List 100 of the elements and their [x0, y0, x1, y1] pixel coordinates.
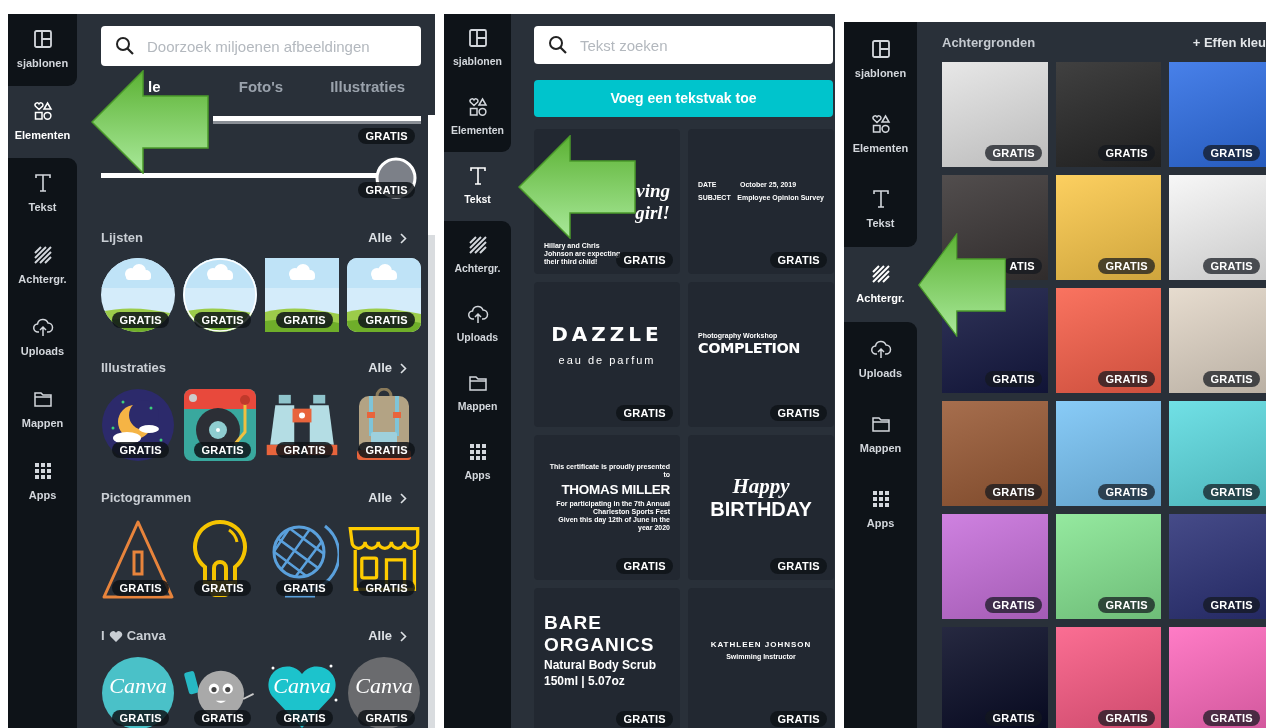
scrollbar[interactable]	[428, 115, 435, 728]
heart-icon	[108, 629, 123, 643]
layout-icon	[869, 37, 892, 60]
search-icon	[115, 36, 135, 56]
sidebar-item[interactable]: Mappen	[844, 397, 917, 472]
layout-icon	[466, 27, 489, 50]
free-badge: GRATIS	[770, 711, 827, 727]
rounded-frame-drawing[interactable]	[347, 258, 421, 332]
section-title: I	[101, 627, 105, 646]
free-badge: GRATIS	[358, 182, 415, 198]
free-badge: GRATIS	[770, 252, 827, 268]
see-all-link[interactable]: Alle	[368, 228, 421, 248]
sidebar-item[interactable]: sjablonen	[844, 22, 917, 97]
free-badge: GRATIS	[358, 442, 415, 458]
template-text: ORGANICS	[544, 633, 656, 656]
free-badge: GRATIS	[358, 580, 415, 596]
background-tile[interactable]: GRATIS	[942, 401, 1048, 506]
free-badge: GRATIS	[1098, 258, 1155, 274]
background-tile[interactable]: GRATIS	[1056, 288, 1161, 393]
free-badge: GRATIS	[276, 442, 333, 458]
free-badge: GRATIS	[112, 312, 169, 328]
template-text: DAZZLE	[550, 322, 664, 346]
square-frame-drawing[interactable]	[265, 258, 339, 332]
sidebar-item[interactable]: Apps	[444, 428, 511, 497]
sidebar-item[interactable]: Elementen	[844, 97, 917, 172]
sidebar-item[interactable]: Apps	[844, 472, 917, 547]
background-tile[interactable]: GRATIS	[942, 62, 1048, 167]
see-all-link[interactable]: Alle	[368, 626, 421, 646]
background-tile[interactable]: GRATIS	[942, 514, 1048, 619]
tab[interactable]: Foto's	[238, 78, 284, 96]
background-tile[interactable]: GRATIS	[1169, 627, 1266, 728]
background-tile[interactable]: GRATIS	[1169, 514, 1266, 619]
sticker-text: Canva	[108, 674, 168, 698]
line-shape[interactable]	[213, 114, 421, 126]
tab[interactable]: Illustraties	[330, 78, 406, 96]
free-badge: GRATIS	[1203, 371, 1260, 387]
text-template-card[interactable]: BARE ORGANICS Natural Body Scrub 150ml | 5.07oz GRATIS	[534, 588, 680, 728]
sidebar-item[interactable]: Tekst	[8, 158, 77, 230]
search-field[interactable]: Doorzoek miljoenen afbeeldingen	[101, 26, 421, 66]
free-badge: GRATIS	[1098, 145, 1155, 161]
template-text: BIRTHDAY	[709, 498, 813, 522]
background-tile[interactable]: GRATIS	[1056, 175, 1161, 280]
background-tile[interactable]: GRATIS	[942, 627, 1048, 728]
background-tile[interactable]: GRATIS	[1169, 401, 1266, 506]
section-title: Achtergronden	[942, 34, 1036, 53]
sidebar-item[interactable]: Tekst	[844, 172, 917, 247]
template-text: Natural Body Scrub	[544, 658, 658, 673]
background-tile[interactable]: GRATIS	[1169, 62, 1266, 167]
sidebar-item[interactable]: sjablonen	[8, 14, 77, 86]
background-tile[interactable]: GRATIS	[1056, 627, 1161, 728]
solid-color-link[interactable]: + Effen kleu	[1192, 33, 1266, 53]
background-tile[interactable]: GRATIS	[1056, 401, 1161, 506]
section-title: Canva	[126, 627, 166, 646]
background-tile[interactable]: GRATIS	[1056, 514, 1161, 619]
warning-pictogram[interactable]	[101, 518, 175, 600]
sidebar-item[interactable]: Uploads	[444, 290, 511, 359]
chevron-right-icon	[400, 232, 407, 244]
free-badge: GRATIS	[1203, 258, 1260, 274]
free-badge: GRATIS	[112, 442, 169, 458]
sidebar-item[interactable]: Uploads	[8, 302, 77, 374]
section-title: Illustraties	[101, 359, 167, 378]
sidebar-item[interactable]: Uploads	[844, 322, 917, 397]
free-badge: GRATIS	[1203, 484, 1260, 500]
cloud-upload-icon	[466, 303, 489, 326]
free-badge: GRATIS	[1203, 710, 1260, 726]
free-badge: GRATIS	[194, 312, 251, 328]
sidebar-item[interactable]: sjablonen	[444, 14, 511, 83]
chevron-right-icon	[400, 492, 407, 504]
see-all-link[interactable]: Alle	[368, 488, 421, 508]
free-badge: GRATIS	[1203, 145, 1260, 161]
background-tile[interactable]: GRATIS	[1169, 288, 1266, 393]
cloud-upload-icon	[31, 316, 54, 339]
free-badge: GRATIS	[358, 312, 415, 328]
sidebar-item[interactable]: Achtergr.	[8, 230, 77, 302]
chevron-right-icon	[400, 362, 407, 374]
free-badge: GRATIS	[985, 710, 1042, 726]
sidebar-item[interactable]: Elementen	[444, 83, 511, 152]
free-badge: GRATIS	[1098, 710, 1155, 726]
sidebar-item[interactable]: Mappen	[444, 359, 511, 428]
free-badge: GRATIS	[276, 580, 333, 596]
background-tile[interactable]: GRATIS	[1169, 175, 1266, 280]
free-badge: GRATIS	[616, 711, 673, 727]
sidebar-item[interactable]: Mappen	[8, 374, 77, 446]
template-text: COMPLETION	[698, 340, 801, 357]
sidebar-item[interactable]: Apps	[8, 446, 77, 518]
background-tile[interactable]: GRATIS	[1056, 62, 1161, 167]
text-template-card[interactable]: DAZZLE eau de parfum GRATIS	[534, 282, 680, 427]
free-badge: GRATIS	[194, 442, 251, 458]
free-badge: GRATIS	[1203, 597, 1260, 613]
sidebar-item[interactable]: Achtergr.	[444, 221, 511, 290]
text-template-card[interactable]: Happy BIRTHDAY GRATIS	[688, 435, 834, 580]
search-field[interactable]: Tekst zoeken	[534, 26, 833, 64]
free-badge: GRATIS	[616, 558, 673, 574]
tab[interactable]: le	[148, 78, 161, 96]
free-badge: GRATIS	[985, 145, 1042, 161]
layout-icon	[31, 28, 54, 51]
template-text: 150ml | 5.07oz	[544, 675, 626, 690]
see-all-link[interactable]: Alle	[368, 358, 421, 378]
shapes-icon	[869, 112, 892, 135]
free-badge: GRATIS	[985, 597, 1042, 613]
